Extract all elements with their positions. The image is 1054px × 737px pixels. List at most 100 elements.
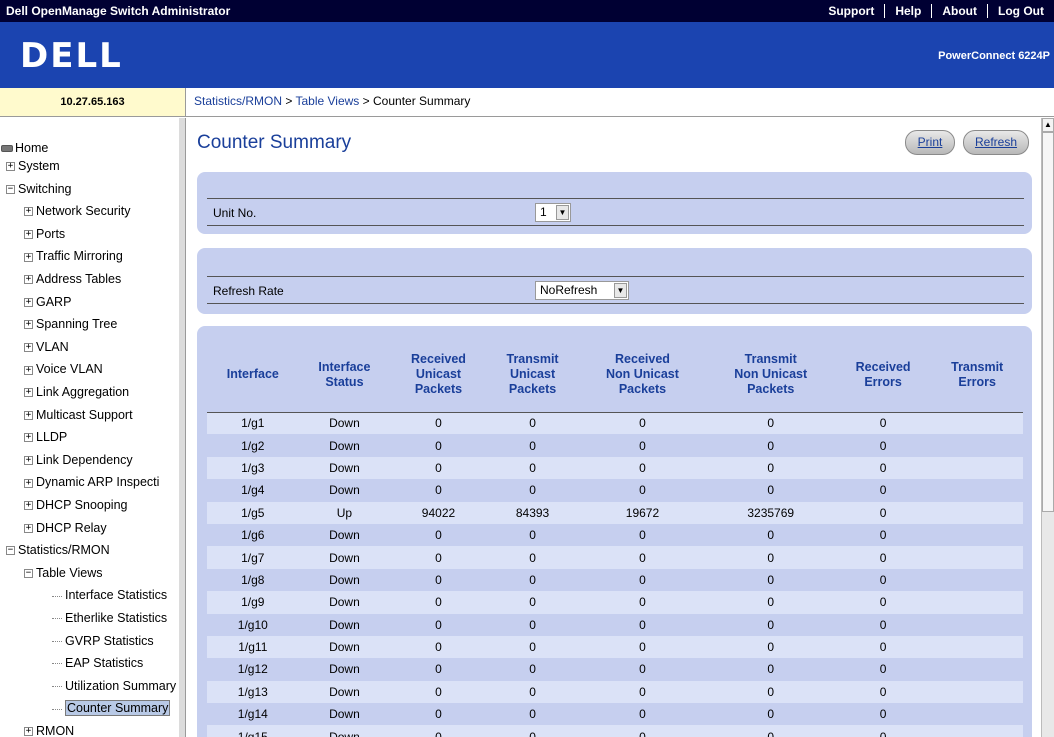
table-cell: 94022: [390, 501, 487, 524]
sidebar-item-label: DHCP Relay: [36, 520, 107, 535]
plus-icon[interactable]: +: [24, 343, 33, 352]
sidebar-item-dhcp-snooping[interactable]: + DHCP Snooping: [24, 495, 128, 515]
sidebar-item-label: Voice VLAN: [36, 362, 103, 377]
sidebar-item-system[interactable]: + System: [6, 156, 60, 176]
table-cell: Down: [298, 635, 391, 659]
sidebar-item-garp[interactable]: + GARP: [24, 292, 71, 312]
plus-icon[interactable]: +: [24, 727, 33, 737]
minus-icon[interactable]: −: [6, 184, 15, 194]
scroll-up-icon[interactable]: ▲: [1042, 118, 1054, 132]
scroll-thumb[interactable]: [1042, 132, 1054, 512]
table-cell: 0: [486, 546, 579, 569]
sidebar-item-table-views[interactable]: − Table Views: [24, 563, 102, 583]
column-header-line: Packets: [618, 382, 667, 397]
breadcrumb-table-views[interactable]: Table Views: [295, 94, 359, 108]
table-row: 1/g13 Down 0 0 0 0 0: [207, 680, 1023, 704]
sidebar-item-etherlike-statistics[interactable]: Etherlike Statistics: [52, 608, 167, 628]
plus-icon[interactable]: +: [24, 501, 33, 511]
table-row: 1/g9 Down 0 0 0 0 0: [207, 591, 1023, 614]
help-link[interactable]: Help: [884, 4, 931, 18]
logout-link[interactable]: Log Out: [987, 4, 1054, 18]
sidebar-item-counter-summary[interactable]: Counter Summary: [52, 698, 171, 718]
breadcrumb-statistics-rmon[interactable]: Statistics/RMON: [194, 94, 282, 108]
sidebar-item-voice-vlan[interactable]: + Voice VLAN: [24, 359, 103, 379]
table-cell: 1/g3: [207, 456, 299, 480]
table-cell: 1/g9: [207, 591, 299, 614]
table-cell: 1/g4: [207, 479, 299, 502]
sidebar-item-address-tables[interactable]: + Address Tables: [24, 269, 121, 289]
tree-connector: [52, 686, 62, 687]
sidebar-item-label: Dynamic ARP Inspecti: [36, 475, 160, 490]
table-cell: [931, 568, 1023, 592]
plus-icon[interactable]: +: [24, 365, 33, 375]
table-cell: 0: [706, 680, 835, 704]
sidebar-item-eap-statistics[interactable]: EAP Statistics: [52, 653, 143, 673]
sidebar-item-interface-statistics[interactable]: Interface Statistics: [52, 585, 167, 605]
page-scrollbar[interactable]: ▲: [1041, 118, 1054, 737]
plus-icon[interactable]: +: [6, 162, 15, 172]
sidebar-item-dhcp-relay[interactable]: + DHCP Relay: [24, 518, 107, 538]
breadcrumb: Statistics/RMON > Table Views > Counter …: [186, 88, 1054, 117]
sidebar-item-home[interactable]: Home: [1, 138, 48, 158]
sidebar-item-link-dependency[interactable]: + Link Dependency: [24, 450, 133, 470]
column-header-line: Received: [855, 359, 911, 374]
plus-icon[interactable]: +: [24, 433, 33, 443]
table-cell: 0: [834, 635, 932, 659]
minus-icon[interactable]: −: [24, 569, 33, 578]
table-cell: 0: [578, 703, 707, 726]
table-cell: 3235769: [706, 501, 835, 524]
refresh-button[interactable]: Refresh: [963, 130, 1029, 155]
sidebar-item-utilization-summary[interactable]: Utilization Summary: [52, 676, 176, 696]
plus-icon[interactable]: +: [24, 388, 33, 398]
plus-icon[interactable]: +: [24, 297, 33, 307]
sidebar-item-link-aggregation[interactable]: + Link Aggregation: [24, 382, 129, 402]
unit-select[interactable]: 1 ▼: [535, 203, 571, 222]
table-cell: 0: [486, 568, 579, 592]
plus-icon[interactable]: +: [24, 523, 33, 533]
sidebar-item-spanning-tree[interactable]: + Spanning Tree: [24, 314, 117, 334]
table-cell: 0: [486, 658, 579, 681]
top-links: Support Help About Log Out: [818, 0, 1054, 22]
sidebar-item-statistics-rmon[interactable]: − Statistics/RMON: [6, 540, 110, 560]
sidebar-item-switching[interactable]: − Switching: [6, 179, 72, 199]
column-header-line: Non Unicast: [606, 367, 679, 382]
plus-icon[interactable]: +: [24, 252, 33, 262]
plus-icon[interactable]: +: [24, 230, 33, 239]
sidebar-item-multicast-support[interactable]: + Multicast Support: [24, 405, 133, 425]
refresh-rate-row: Refresh Rate NoRefresh ▼: [207, 276, 1024, 304]
plus-icon[interactable]: +: [24, 478, 33, 488]
chevron-down-icon: ▼: [614, 283, 627, 298]
sidebar-item-label: Table Views: [36, 565, 103, 580]
table-cell: 0: [706, 725, 835, 737]
home-icon: [1, 145, 13, 153]
sidebar-item-ports[interactable]: + Ports: [24, 224, 65, 244]
banner: DELL PowerConnect 6224P: [0, 22, 1054, 88]
print-button[interactable]: Print: [905, 130, 955, 155]
plus-icon[interactable]: +: [24, 275, 33, 285]
table-cell: 0: [486, 680, 579, 704]
minus-icon[interactable]: −: [6, 546, 15, 556]
sidebar-item-label: Link Aggregation: [36, 385, 130, 399]
sidebar-item-gvrp-statistics[interactable]: GVRP Statistics: [52, 631, 154, 651]
column-header-line: Packets: [747, 382, 795, 397]
sidebar-item-lldp[interactable]: + LLDP: [24, 427, 67, 447]
column-header: Interface: [207, 338, 299, 413]
about-link[interactable]: About: [931, 4, 987, 18]
support-link[interactable]: Support: [818, 4, 884, 18]
plus-icon[interactable]: +: [24, 207, 33, 217]
table-cell: 0: [390, 613, 487, 636]
sidebar-item-network-security[interactable]: + Network Security: [24, 201, 130, 221]
refresh-rate-select[interactable]: NoRefresh ▼: [535, 281, 629, 300]
column-header: Interface Status: [298, 338, 391, 413]
sidebar-item-dynamic-arp-inspecti[interactable]: + Dynamic ARP Inspecti: [24, 472, 159, 492]
sidebar-item-traffic-mirroring[interactable]: + Traffic Mirroring: [24, 246, 123, 266]
table-cell: 0: [578, 680, 707, 704]
sidebar-item-vlan[interactable]: + VLAN: [24, 337, 69, 357]
app-title: Dell OpenManage Switch Administrator: [6, 4, 231, 18]
table-cell: 0: [578, 434, 707, 457]
table-cell: 0: [834, 456, 932, 480]
plus-icon[interactable]: +: [24, 456, 33, 465]
plus-icon[interactable]: +: [24, 320, 33, 330]
sidebar-item-rmon[interactable]: + RMON: [24, 721, 74, 737]
plus-icon[interactable]: +: [24, 410, 33, 420]
